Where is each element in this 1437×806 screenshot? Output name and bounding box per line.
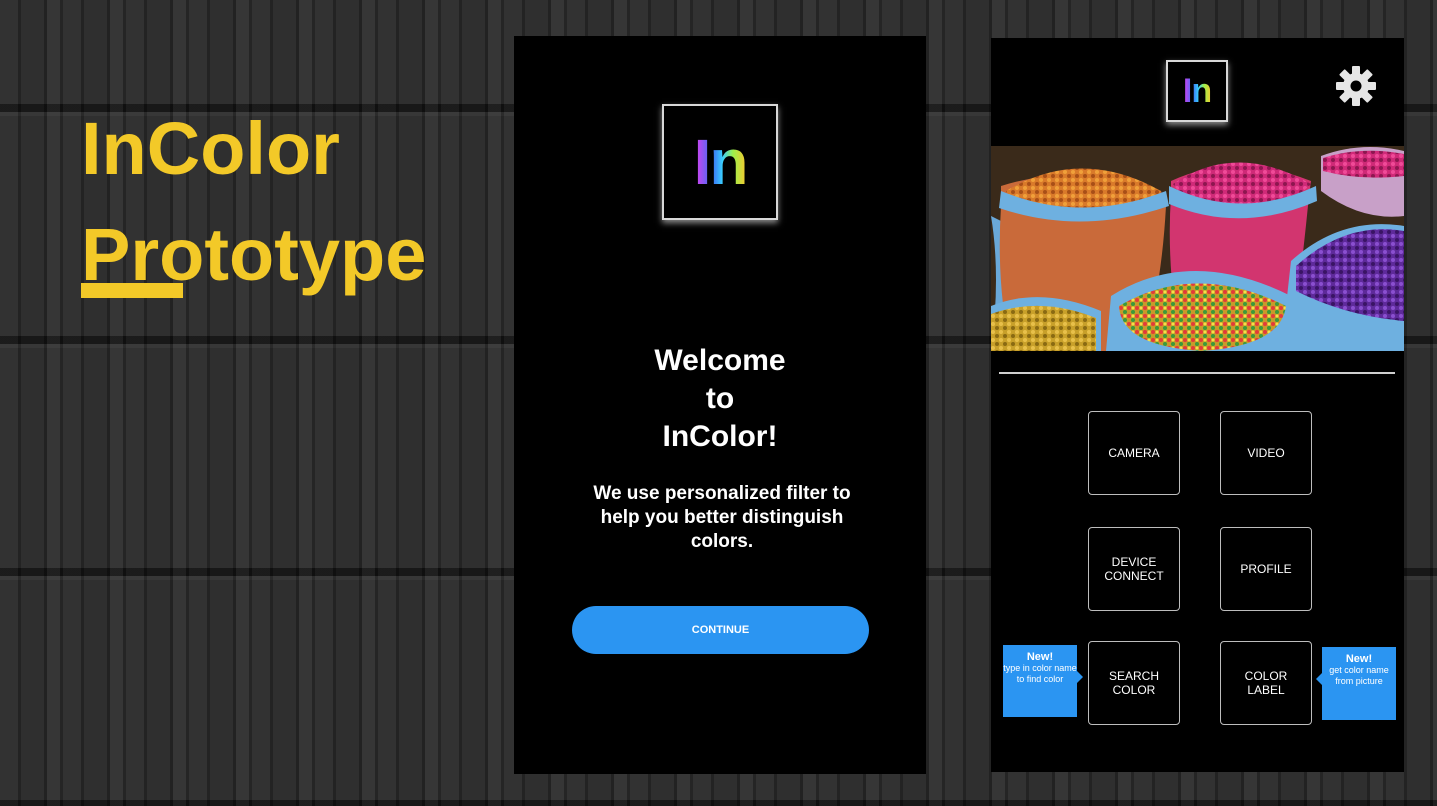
profile-button[interactable]: PROFILE (1220, 527, 1312, 611)
callout-left-title: New! (1026, 651, 1054, 663)
gear-icon[interactable] (1335, 65, 1377, 107)
profile-button-label: PROFILE (1240, 562, 1292, 576)
welcome-heading-line-2: to (705, 382, 735, 415)
welcome-subtitle: We use personalized filter to help you b… (593, 483, 851, 552)
camera-button-label: CAMERA (1108, 446, 1160, 460)
continue-button[interactable]: CONTINUE (572, 606, 869, 654)
color-label-button-label: COLOR LABEL (1244, 669, 1288, 697)
search-color-callout: New! type in color name to find color (1003, 645, 1083, 717)
callout-left-text: type in color name to find color (1003, 663, 1077, 684)
welcome-heading: Welcome to InColor! (514, 342, 926, 456)
color-label-button[interactable]: COLOR LABEL (1220, 641, 1312, 725)
video-button-label: VIDEO (1247, 446, 1285, 460)
color-label-callout: New! get color name from picture (1316, 647, 1396, 720)
spice-bags-photo (991, 146, 1404, 351)
camera-button[interactable]: CAMERA (1088, 411, 1180, 495)
search-color-button-label: SEARCH COLOR (1108, 669, 1159, 697)
search-color-button[interactable]: SEARCH COLOR (1088, 641, 1180, 725)
divider (999, 372, 1395, 374)
app-logo-small: In (1166, 60, 1228, 122)
home-screen: In CAMERA VIDEO DEVICE CONNECT PROFILE S… (991, 38, 1404, 772)
title-line-1: InColor (81, 107, 340, 190)
device-connect-button-label: DEVICE CONNECT (1104, 555, 1164, 583)
welcome-screen: In Welcome to InColor! We use personaliz… (514, 36, 926, 774)
callout-right-title: New! (1345, 653, 1373, 665)
callout-right-text: get color name from picture (1329, 665, 1389, 686)
welcome-heading-line-3: InColor! (662, 420, 778, 453)
logo-text-small: In (1182, 71, 1212, 110)
slide-title: InColor Prototype (81, 96, 426, 308)
app-logo: In (662, 104, 778, 220)
title-underline (81, 283, 183, 298)
video-button[interactable]: VIDEO (1220, 411, 1312, 495)
logo-text: In (693, 126, 749, 198)
welcome-heading-line-1: Welcome (654, 344, 786, 377)
device-connect-button[interactable]: DEVICE CONNECT (1088, 527, 1180, 611)
